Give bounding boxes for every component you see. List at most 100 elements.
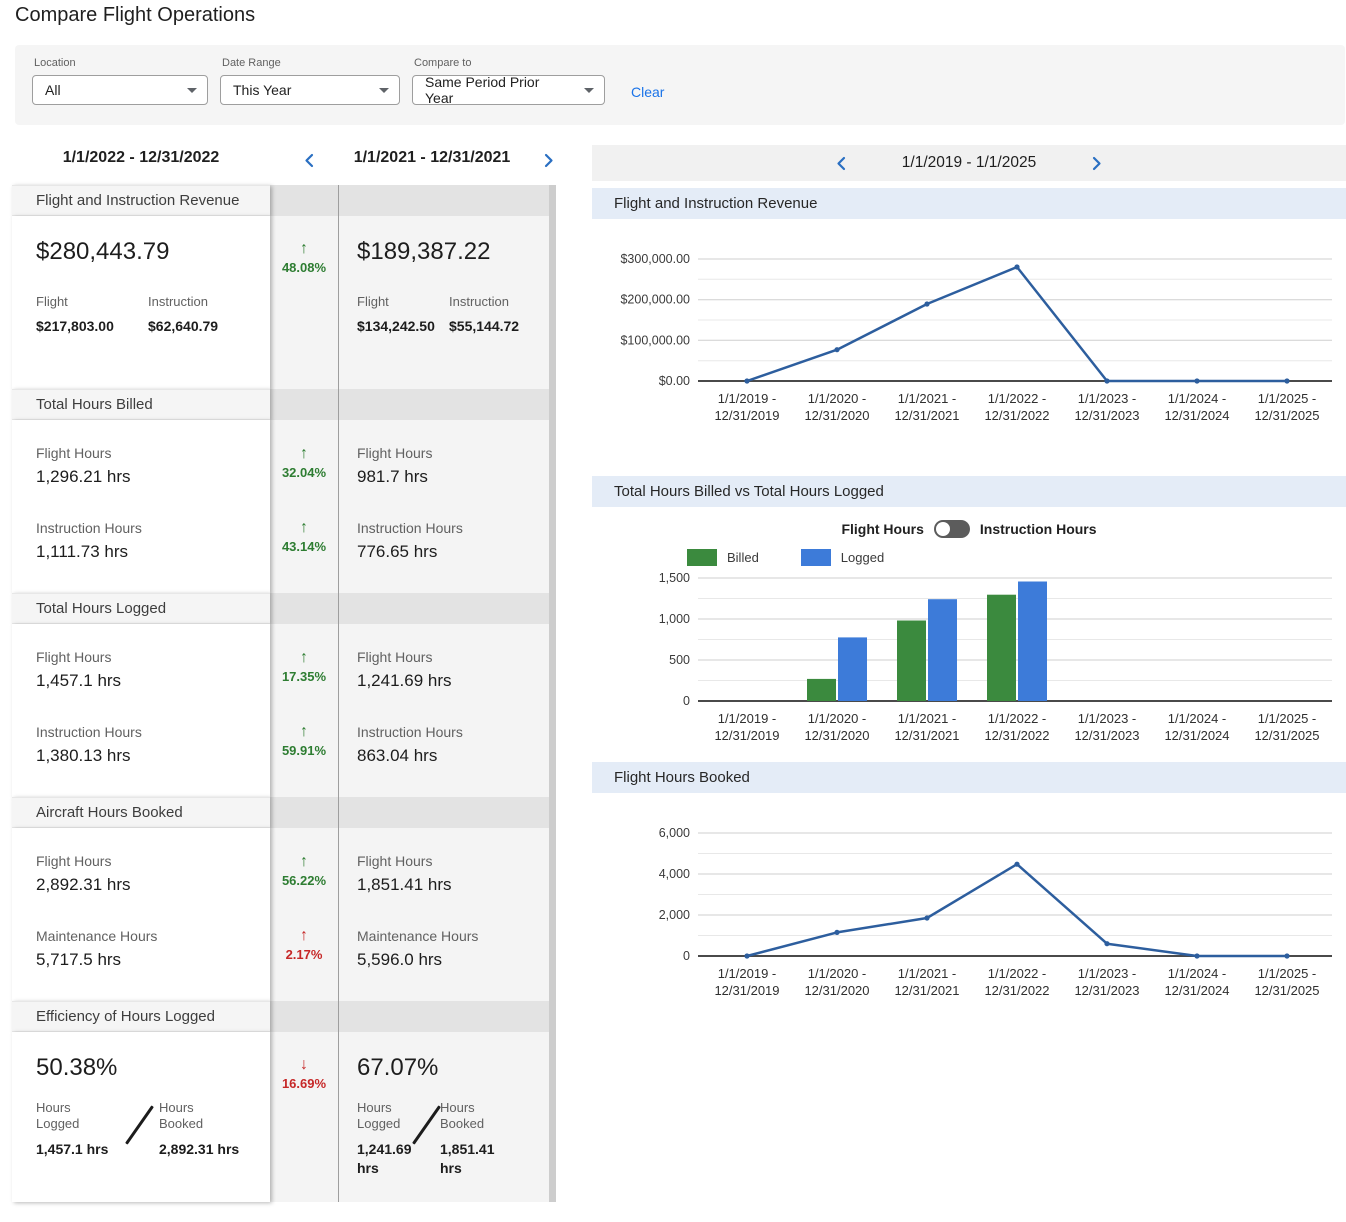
range-previous-button[interactable] <box>828 152 854 174</box>
date-range-value: This Year <box>233 82 291 98</box>
toggle-knob <box>936 522 950 536</box>
current-total: 50.38% <box>36 1032 260 1082</box>
compare-to-value: Same Period Prior Year <box>425 74 570 106</box>
location-select[interactable]: All <box>32 75 208 105</box>
section-hours-booked: Aircraft Hours Booked Flight Hours2,892.… <box>12 797 556 1001</box>
svg-text:12/31/2020: 12/31/2020 <box>804 408 869 423</box>
date-range-label: Date Range <box>220 57 400 69</box>
section-efficiency: Efficiency of Hours Logged 50.38% Hours … <box>12 1001 556 1202</box>
svg-text:12/31/2019: 12/31/2019 <box>714 408 779 423</box>
svg-text:2,000: 2,000 <box>659 908 690 922</box>
delta-badge: ↓ 16.69% <box>282 1056 326 1091</box>
svg-text:1/1/2021 -: 1/1/2021 - <box>898 966 957 981</box>
chevron-left-icon <box>303 153 315 168</box>
delta-badge: ↑17.35% <box>282 649 326 723</box>
svg-text:12/31/2022: 12/31/2022 <box>984 983 1049 996</box>
svg-text:1/1/2020 -: 1/1/2020 - <box>808 966 867 981</box>
compare-panel: 1/1/2022 - 12/31/2022 1/1/2021 - 12/31/2… <box>12 145 556 1202</box>
filter-bar: Location All Date Range This Year Compar… <box>15 45 1345 125</box>
section-title: Total Hours Billed <box>12 389 270 420</box>
trend-arrow-icon: ↑ <box>300 723 308 741</box>
trend-arrow-icon: ↑ <box>300 649 308 667</box>
delta-badge: ↑2.17% <box>286 927 323 1001</box>
svg-text:1/1/2023 -: 1/1/2023 - <box>1078 711 1137 726</box>
date-range-select[interactable]: This Year <box>220 75 400 105</box>
billed-legend-label: Billed <box>727 550 759 565</box>
svg-text:12/31/2022: 12/31/2022 <box>984 728 1049 743</box>
left-panel-scrollbar[interactable] <box>549 185 556 1202</box>
prior-total: $189,387.22 <box>357 216 541 266</box>
svg-text:0: 0 <box>683 694 690 708</box>
svg-text:12/31/2023: 12/31/2023 <box>1074 408 1139 423</box>
svg-text:1/1/2021 -: 1/1/2021 - <box>898 711 957 726</box>
svg-text:12/31/2019: 12/31/2019 <box>714 983 779 996</box>
previous-period-button[interactable] <box>296 149 322 171</box>
svg-text:1/1/2024 -: 1/1/2024 - <box>1168 391 1227 406</box>
svg-text:1/1/2019 -: 1/1/2019 - <box>718 966 777 981</box>
svg-text:1/1/2022 -: 1/1/2022 - <box>988 966 1047 981</box>
svg-text:1/1/2021 -: 1/1/2021 - <box>898 391 957 406</box>
section-title: Efficiency of Hours Logged <box>12 1001 270 1032</box>
svg-text:1/1/2020 -: 1/1/2020 - <box>808 391 867 406</box>
svg-text:1/1/2024 -: 1/1/2024 - <box>1168 966 1227 981</box>
trend-arrow-icon: ↑ <box>300 240 308 258</box>
toggle-right-label: Instruction Hours <box>980 521 1097 537</box>
instruction-value: $62,640.79 <box>148 318 260 334</box>
svg-text:1/1/2019 -: 1/1/2019 - <box>718 711 777 726</box>
svg-text:12/31/2025: 12/31/2025 <box>1254 728 1319 743</box>
section-revenue: Flight and Instruction Revenue $280,443.… <box>12 185 556 389</box>
trend-arrow-icon: ↑ <box>300 445 308 463</box>
svg-text:1,000: 1,000 <box>659 612 690 626</box>
chevron-down-icon <box>584 88 594 93</box>
range-next-button[interactable] <box>1084 152 1110 174</box>
location-value: All <box>45 82 61 98</box>
next-period-button[interactable] <box>536 149 562 171</box>
current-period-label: 1/1/2022 - 12/31/2022 <box>12 149 270 167</box>
svg-text:12/31/2020: 12/31/2020 <box>804 983 869 996</box>
section-hours-logged: Total Hours Logged Flight Hours1,457.1 h… <box>12 593 556 797</box>
chevron-down-icon <box>187 88 197 93</box>
filter-location: Location All <box>32 57 208 105</box>
section-title: Total Hours Logged <box>12 593 270 624</box>
page-title: Compare Flight Operations <box>15 4 255 27</box>
svg-text:1/1/2025 -: 1/1/2025 - <box>1258 711 1317 726</box>
svg-text:$100,000.00: $100,000.00 <box>620 333 690 347</box>
hours-type-toggle-row: Flight Hours Instruction Hours <box>592 518 1346 540</box>
svg-text:4,000: 4,000 <box>659 867 690 881</box>
hours-bar-chart: 05001,0001,5001/1/2019 -12/31/20191/1/20… <box>592 570 1346 745</box>
compare-grid: Flight and Instruction Revenue $280,443.… <box>12 185 556 1202</box>
svg-text:12/31/2025: 12/31/2025 <box>1254 983 1319 996</box>
delta-badge: ↑32.04% <box>282 445 326 519</box>
chart-range-label: 1/1/2019 - 1/1/2025 <box>902 154 1036 172</box>
svg-text:12/31/2024: 12/31/2024 <box>1164 728 1229 743</box>
delta-badge: ↑43.14% <box>282 519 326 593</box>
svg-text:12/31/2021: 12/31/2021 <box>894 983 959 996</box>
current-total: $280,443.79 <box>36 216 260 266</box>
svg-text:1/1/2019 -: 1/1/2019 - <box>718 391 777 406</box>
booked-line-chart: 02,0004,0006,0001/1/2019 -12/31/20191/1/… <box>592 801 1346 996</box>
svg-text:500: 500 <box>669 653 690 667</box>
instruction-label: Instruction <box>148 294 260 309</box>
compare-to-select[interactable]: Same Period Prior Year <box>412 75 605 105</box>
svg-text:1/1/2025 -: 1/1/2025 - <box>1258 966 1317 981</box>
chevron-down-icon <box>379 88 389 93</box>
svg-text:12/31/2021: 12/31/2021 <box>894 408 959 423</box>
clear-filters-button[interactable]: Clear <box>631 84 664 100</box>
delta-percent: 48.08% <box>282 260 326 275</box>
charts-panel: 1/1/2019 - 1/1/2025 Flight and Instructi… <box>592 145 1346 996</box>
svg-text:12/31/2020: 12/31/2020 <box>804 728 869 743</box>
delta-badge: ↑59.91% <box>282 723 326 797</box>
chart-range-nav: 1/1/2019 - 1/1/2025 <box>592 145 1346 181</box>
chevron-left-icon <box>835 156 847 171</box>
svg-text:12/31/2023: 12/31/2023 <box>1074 983 1139 996</box>
logged-legend-label: Logged <box>841 550 884 565</box>
hours-chart-header: Total Hours Billed vs Total Hours Logged <box>592 476 1346 507</box>
section-title: Aircraft Hours Booked <box>12 797 270 828</box>
hours-type-toggle[interactable] <box>934 520 970 538</box>
prior-total: 67.07% <box>357 1032 541 1082</box>
chevron-right-icon <box>1091 156 1103 171</box>
svg-text:12/31/2025: 12/31/2025 <box>1254 408 1319 423</box>
trend-arrow-icon: ↑ <box>300 519 308 537</box>
svg-text:0: 0 <box>683 949 690 963</box>
svg-text:12/31/2024: 12/31/2024 <box>1164 983 1229 996</box>
